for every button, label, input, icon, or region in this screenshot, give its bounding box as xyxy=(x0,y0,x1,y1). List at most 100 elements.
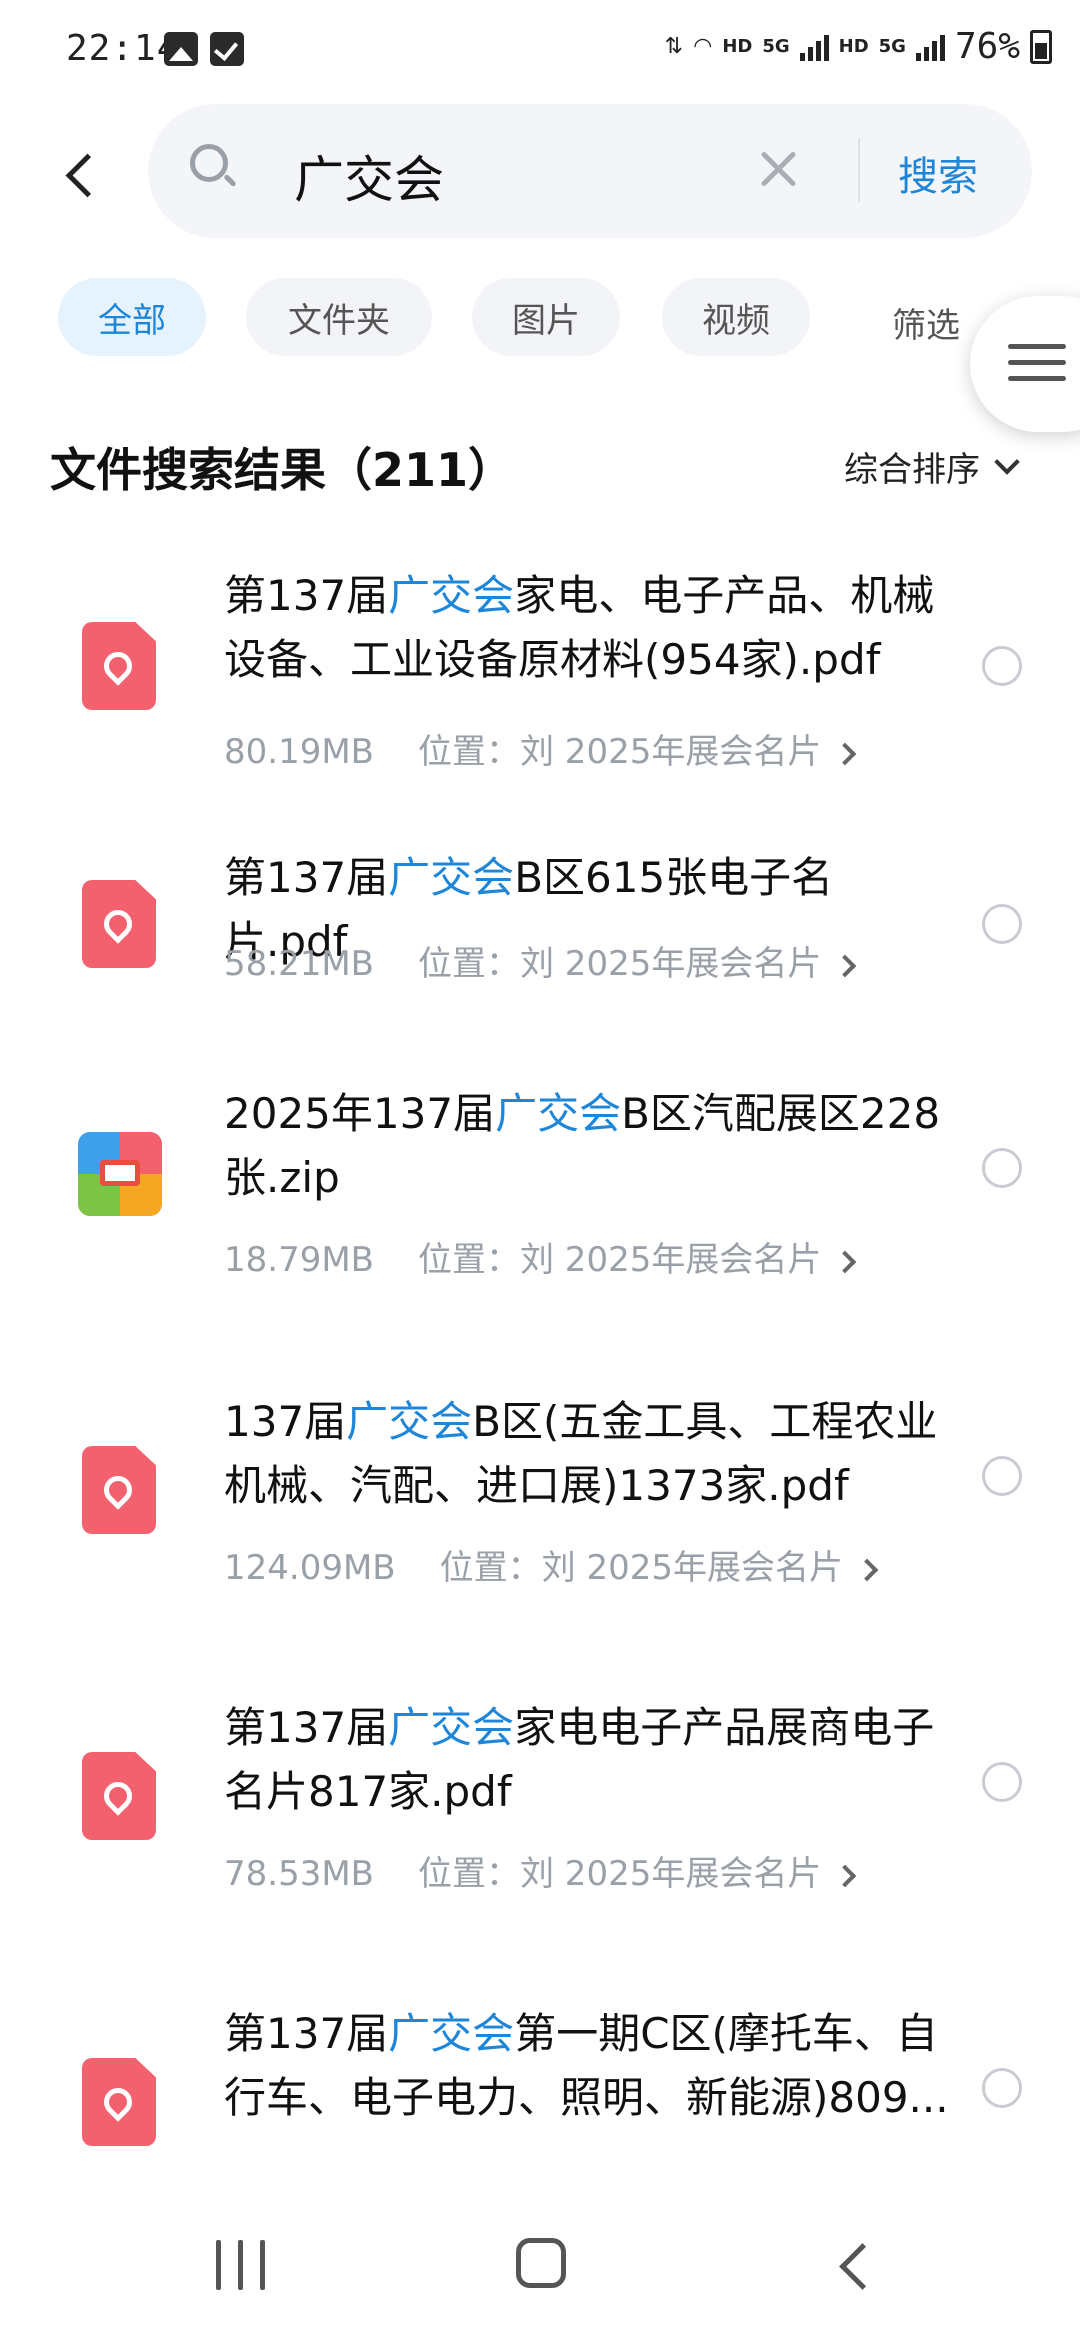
select-radio[interactable] xyxy=(982,1762,1022,1802)
file-location[interactable]: 位置：刘 2025年展会名片 xyxy=(418,1240,821,1280)
sort-label: 综合排序 xyxy=(844,450,980,490)
file-title-prefix: 2025年137届 xyxy=(224,1089,496,1138)
file-meta: 124.09MB 位置：刘 2025年展会名片 xyxy=(224,1540,879,1589)
file-title: 第137届广交会家电、电子产品、机械设备、工业设备原材料(954家).pdf xyxy=(224,564,954,692)
file-item[interactable]: 137届广交会B区(五金工具、工程农业机械、汽配、进口展)1373家.pdf 1… xyxy=(0,1390,1080,1696)
menu-icon-line xyxy=(1008,360,1066,365)
results-title: 文件搜索结果（211） xyxy=(50,443,515,497)
battery-percent: 76% xyxy=(954,26,1020,67)
filter-tabs: 全部 文件夹 图片 视频 筛选 xyxy=(0,278,1080,358)
file-title-prefix: 第137届 xyxy=(224,1703,389,1752)
zip-icon xyxy=(78,1132,162,1216)
system-nav-bar xyxy=(0,2200,1080,2340)
pdf-icon xyxy=(82,2058,156,2146)
wifi-icon: ◠ xyxy=(693,34,713,59)
menu-icon-line xyxy=(1008,376,1066,381)
data-transfer-icon: ⇅ xyxy=(664,34,684,59)
file-title-highlight: 广交会 xyxy=(388,853,515,902)
file-location[interactable]: 位置：刘 2025年展会名片 xyxy=(418,1854,821,1894)
status-time: 22:14 xyxy=(66,28,180,69)
notification-icons xyxy=(164,32,244,66)
file-title-highlight: 广交会 xyxy=(388,1703,515,1752)
pdf-icon xyxy=(82,622,156,710)
chevron-right-icon xyxy=(855,1558,879,1581)
file-location[interactable]: 位置：刘 2025年展会名片 xyxy=(418,944,821,984)
recent-apps-icon xyxy=(260,2240,265,2290)
search-box[interactable]: 广交会 搜索 xyxy=(148,104,1032,238)
file-title-prefix: 第137届 xyxy=(224,2009,389,2058)
recent-apps-button[interactable] xyxy=(216,2240,268,2292)
filter-button[interactable]: 筛选 xyxy=(892,298,960,347)
file-meta: 58.21MB 位置：刘 2025年展会名片 xyxy=(224,936,857,985)
file-item[interactable]: 第137届广交会B区615张电子名片.pdf 58.21MB 位置：刘 2025年… xyxy=(0,846,1080,1082)
select-radio[interactable] xyxy=(982,1148,1022,1188)
pdf-icon xyxy=(82,1446,156,1534)
search-input[interactable]: 广交会 xyxy=(294,140,444,212)
acrobat-glyph-icon xyxy=(96,2082,142,2128)
file-meta: 80.19MB 位置：刘 2025年展会名片 xyxy=(224,724,857,773)
file-item[interactable]: 第137届广交会家电、电子产品、机械设备、工业设备原材料(954家).pdf 8… xyxy=(0,536,1080,846)
acrobat-glyph-icon xyxy=(96,646,142,692)
back-button[interactable] xyxy=(54,146,114,206)
home-button[interactable] xyxy=(516,2238,566,2288)
file-title: 2025年137届广交会B区汽配展区228张.zip xyxy=(224,1082,954,1210)
checkbox-notification-icon xyxy=(210,32,244,66)
file-item[interactable]: 第137届广交会第一期C区(摩托车、自行车、电子电力、照明、新能源)809... xyxy=(0,2002,1080,2162)
sort-dropdown[interactable]: 综合排序 xyxy=(844,442,1020,491)
file-meta: 18.79MB 位置：刘 2025年展会名片 xyxy=(224,1232,857,1281)
results-header: 文件搜索结果（211） 综合排序 xyxy=(0,420,1080,510)
file-title-prefix: 第137届 xyxy=(224,853,389,902)
status-right: ⇅ ◠ HD 5G HD 5G 76% xyxy=(665,26,1052,67)
select-radio[interactable] xyxy=(982,2068,1022,2108)
acrobat-glyph-icon xyxy=(96,1776,142,1822)
chevron-right-icon xyxy=(834,954,857,977)
file-size: 58.21MB xyxy=(224,944,374,984)
network-5g-1: 5G xyxy=(762,36,790,57)
recent-apps-icon xyxy=(238,2240,243,2290)
tab-all[interactable]: 全部 xyxy=(58,278,206,356)
file-title: 第137届广交会家电电子产品展商电子名片817家.pdf xyxy=(224,1696,954,1824)
battery-icon xyxy=(1030,29,1052,64)
nav-back-button[interactable] xyxy=(832,2242,878,2288)
gallery-notification-icon xyxy=(164,32,198,66)
acrobat-glyph-icon xyxy=(96,904,142,950)
chevron-right-icon xyxy=(834,1864,857,1887)
chevron-down-icon xyxy=(994,448,1020,475)
file-item[interactable]: 第137届广交会家电电子产品展商电子名片817家.pdf 78.53MB 位置：刘… xyxy=(0,1696,1080,2002)
pdf-icon xyxy=(82,1752,156,1840)
file-title-prefix: 137届 xyxy=(224,1397,347,1446)
clear-search-icon[interactable] xyxy=(756,146,802,192)
search-header: 广交会 搜索 xyxy=(0,100,1080,250)
select-radio[interactable] xyxy=(982,1456,1022,1496)
signal-icon-2 xyxy=(915,33,945,61)
file-title-highlight: 广交会 xyxy=(388,2009,515,2058)
chevron-right-icon xyxy=(834,1250,857,1273)
search-button[interactable]: 搜索 xyxy=(898,144,978,202)
zip-icon-band xyxy=(100,1160,140,1186)
select-radio[interactable] xyxy=(982,646,1022,686)
status-bar: 22:14 ⇅ ◠ HD 5G HD 5G 76% xyxy=(0,0,1080,100)
file-meta: 78.53MB 位置：刘 2025年展会名片 xyxy=(224,1846,857,1895)
file-location[interactable]: 位置：刘 2025年展会名片 xyxy=(418,732,821,772)
network-5g-2: 5G xyxy=(878,36,906,57)
tab-videos[interactable]: 视频 xyxy=(662,278,810,356)
file-item[interactable]: 2025年137届广交会B区汽配展区228张.zip 18.79MB 位置：刘 2… xyxy=(0,1082,1080,1390)
file-title: 137届广交会B区(五金工具、工程农业机械、汽配、进口展)1373家.pdf xyxy=(224,1390,954,1518)
file-size: 18.79MB xyxy=(224,1240,374,1280)
tab-images[interactable]: 图片 xyxy=(472,278,620,356)
file-title-highlight: 广交会 xyxy=(346,1397,473,1446)
file-size: 78.53MB xyxy=(224,1854,374,1894)
file-list: 第137届广交会家电、电子产品、机械设备、工业设备原材料(954家).pdf 8… xyxy=(0,536,1080,2162)
tab-folders[interactable]: 文件夹 xyxy=(246,278,432,356)
select-radio[interactable] xyxy=(982,904,1022,944)
hd-tag-1: HD xyxy=(722,36,753,57)
acrobat-glyph-icon xyxy=(96,1470,142,1516)
chevron-right-icon xyxy=(834,742,857,765)
signal-icon-1 xyxy=(799,33,829,61)
file-size: 124.09MB xyxy=(224,1548,396,1588)
file-title: 第137届广交会第一期C区(摩托车、自行车、电子电力、照明、新能源)809... xyxy=(224,2002,954,2130)
file-title-prefix: 第137届 xyxy=(224,571,389,620)
hd-tag-2: HD xyxy=(838,36,869,57)
file-location[interactable]: 位置：刘 2025年展会名片 xyxy=(440,1548,843,1588)
file-title-highlight: 广交会 xyxy=(495,1089,622,1138)
